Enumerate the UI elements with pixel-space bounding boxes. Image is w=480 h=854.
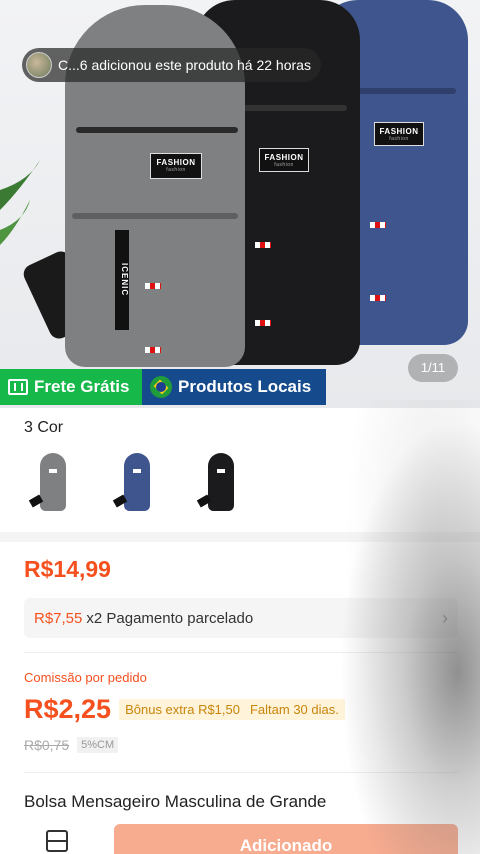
- bottom-action-bar: Adicionado: [0, 818, 480, 854]
- color-variant-list: [22, 445, 252, 519]
- free-shipping-label: Frete Grátis: [34, 377, 130, 396]
- image-page-indicator: 1/11: [408, 354, 458, 382]
- bonus-text: Bônus extra R$1,50: [125, 702, 240, 717]
- old-commission-row: R$0,75 5%CM: [24, 737, 119, 753]
- bag-label: FASHION fashion: [259, 148, 309, 172]
- installment-row[interactable]: R$7,55 x2 Pagamento parcelado ›: [24, 598, 458, 638]
- divider: [24, 772, 458, 773]
- days-left-text: Faltam 30 dias.: [249, 702, 339, 717]
- commission-value: R$2,25: [24, 694, 112, 724]
- local-products-badge: Produtos Locais: [142, 369, 326, 405]
- variant-thumb-black[interactable]: [190, 445, 252, 519]
- product-price: R$14,99: [24, 556, 111, 582]
- plant-leaf-decoration: [0, 160, 40, 245]
- activity-notification: C...6 adicionou este produto há 22 horas: [22, 48, 321, 82]
- local-products-label: Produtos Locais: [178, 377, 312, 396]
- avatar: [26, 52, 52, 78]
- divider: [24, 652, 458, 653]
- product-title: Bolsa Mensageiro Masculina de Grande: [24, 792, 327, 811]
- store-icon[interactable]: [46, 830, 68, 852]
- variant-thumb-gray[interactable]: [22, 445, 84, 519]
- commission-row: R$2,25 Bônus extra R$1,50 Faltam 30 dias…: [24, 694, 345, 725]
- product-image-gallery[interactable]: FASHION fashion FASHION fashion FASHION fas…: [0, 0, 480, 408]
- section-divider: [0, 532, 480, 542]
- old-commission-value: R$0,75: [24, 737, 70, 753]
- installment-amount: R$7,55: [34, 609, 83, 627]
- bonus-badge: Bônus extra R$1,50 Faltam 30 dias.: [119, 699, 345, 720]
- bag-label: FASHION fashion: [150, 153, 202, 179]
- free-shipping-badge: Frete Grátis: [0, 369, 142, 405]
- variant-count: 3 Cor: [24, 419, 64, 436]
- bag-label: FASHION fashion: [374, 122, 424, 146]
- commission-percent-tag: 5%CM: [77, 737, 119, 753]
- chevron-right-icon: ›: [442, 607, 448, 628]
- installment-text: x2 Pagamento parcelado: [86, 609, 254, 627]
- brazil-flag-icon: [150, 376, 172, 398]
- bag-brand-strip: ICENIC: [115, 230, 129, 330]
- commission-label: Comissão por pedido: [24, 670, 147, 685]
- add-product-button[interactable]: Adicionado: [114, 824, 458, 854]
- truck-icon: [8, 379, 28, 395]
- notification-text: C...6 adicionou este produto há 22 horas: [58, 57, 311, 73]
- variant-thumb-blue[interactable]: [106, 445, 168, 519]
